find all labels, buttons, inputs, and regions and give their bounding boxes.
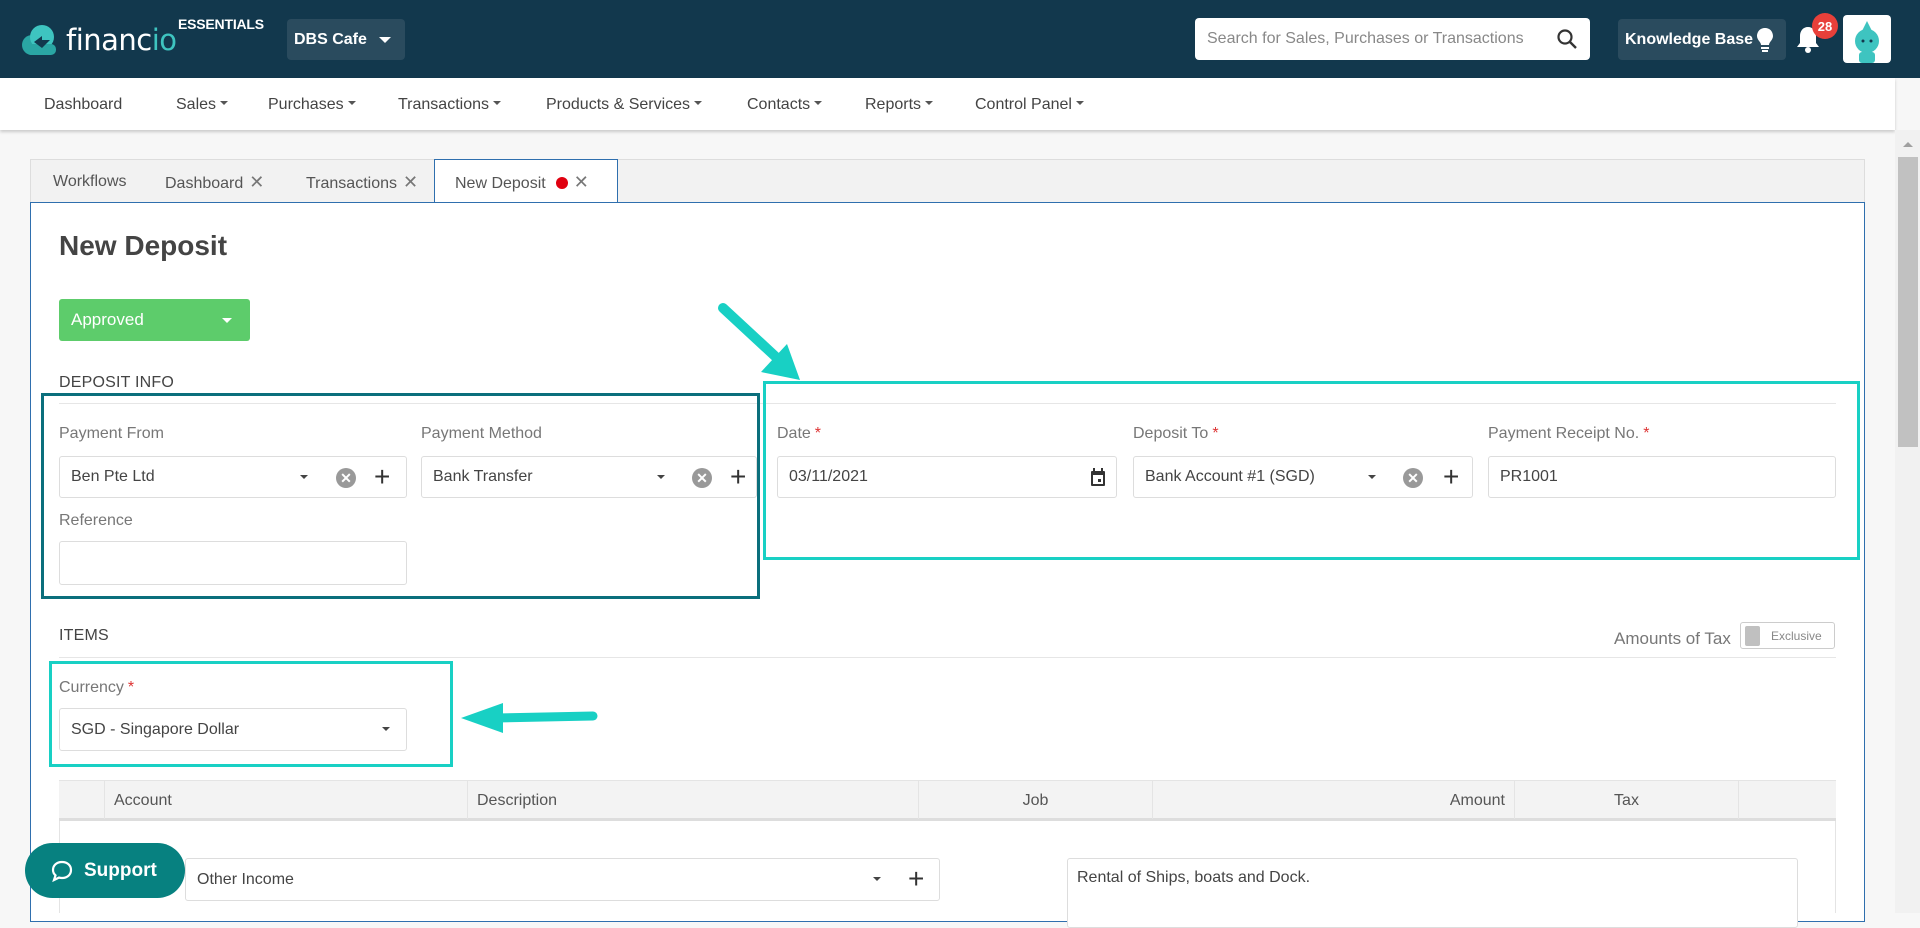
- logo-wordmark: financio: [66, 23, 177, 57]
- support-label: Support: [84, 859, 157, 881]
- company-selector[interactable]: DBS Cafe: [287, 19, 405, 60]
- unsaved-indicator-icon: [555, 176, 568, 189]
- annotation-box-currency: [49, 661, 453, 767]
- caret-down-icon: [694, 100, 703, 105]
- support-button[interactable]: Support: [25, 843, 185, 898]
- cloud-logo-icon: [22, 25, 56, 55]
- nav-transactions[interactable]: Transactions: [398, 78, 501, 130]
- caret-down-icon: [925, 100, 934, 105]
- caret-down-icon: [873, 877, 881, 881]
- global-search: [1195, 18, 1590, 60]
- annotation-arrow-diagonal: [718, 303, 800, 380]
- annotation-box-teal: [763, 381, 1860, 560]
- items-table-header: Account Description Job Amount Tax: [59, 780, 1836, 821]
- col-job: Job: [918, 781, 1152, 819]
- divider: [59, 657, 1836, 658]
- caret-down-icon: [222, 318, 232, 323]
- top-header: financio ESSENTIALS DBS Cafe Knowledge B…: [0, 0, 1920, 78]
- col-tax: Tax: [1514, 781, 1738, 819]
- caret-down-icon: [493, 100, 501, 105]
- edition-label: ESSENTIALS: [178, 16, 264, 32]
- nav-control-panel[interactable]: Control Panel: [975, 78, 1084, 130]
- nav-contacts[interactable]: Contacts: [747, 78, 823, 130]
- col-account: Account: [104, 781, 467, 819]
- user-avatar[interactable]: [1843, 15, 1891, 63]
- caret-down-icon: [220, 100, 229, 105]
- add-icon[interactable]: +: [908, 864, 924, 894]
- close-icon[interactable]: ✕: [574, 160, 589, 204]
- nav-purchases[interactable]: Purchases: [268, 78, 356, 130]
- close-icon[interactable]: ✕: [249, 160, 264, 204]
- amounts-of-tax-label: Amounts of Tax: [1614, 629, 1731, 648]
- tax-mode-label: Exclusive: [1771, 629, 1822, 643]
- tab-new-deposit[interactable]: New Deposit ✕: [434, 159, 618, 204]
- nav-sales[interactable]: Sales: [176, 78, 229, 130]
- account-select[interactable]: Other Income +: [185, 858, 940, 901]
- description-textarea[interactable]: Rental of Ships, boats and Dock.: [1067, 858, 1798, 928]
- col-handle: [59, 781, 104, 819]
- tax-mode-toggle[interactable]: Exclusive: [1740, 622, 1835, 649]
- search-icon[interactable]: [1556, 28, 1578, 50]
- col-actions: [1738, 781, 1836, 819]
- tab-dashboard[interactable]: Dashboard ✕: [165, 160, 264, 203]
- caret-down-icon: [814, 100, 823, 105]
- page-title: New Deposit: [59, 230, 228, 261]
- account-value: Other Income: [197, 870, 294, 888]
- chat-bubble-icon: [51, 860, 73, 882]
- tab-strip: Workflows Dashboard ✕ Transactions ✕ New D…: [30, 159, 1865, 204]
- financio-logo[interactable]: financio: [18, 20, 177, 60]
- nav-products-services[interactable]: Products & Services: [546, 78, 703, 130]
- status-label: Approved: [71, 310, 144, 329]
- col-amount: Amount: [1152, 781, 1514, 819]
- knowledge-base-label: Knowledge Base: [1625, 30, 1754, 48]
- notification-badge: 28: [1812, 13, 1838, 39]
- status-dropdown[interactable]: Approved: [59, 299, 250, 341]
- caret-down-icon: [347, 100, 356, 105]
- section-deposit-info: DEPOSIT INFO: [59, 374, 175, 391]
- main-nav: Dashboard Sales Purchases Transactions P…: [0, 78, 1895, 130]
- knowledge-base-button[interactable]: Knowledge Base: [1618, 19, 1786, 60]
- col-description: Description: [467, 781, 918, 819]
- lightbulb-icon: [1757, 28, 1773, 52]
- robot-avatar-icon: [1855, 21, 1879, 63]
- search-input[interactable]: [1195, 30, 1535, 48]
- page-scrollbar[interactable]: [1895, 130, 1920, 913]
- annotation-arrow-left: [461, 703, 598, 733]
- nav-dashboard[interactable]: Dashboard: [44, 78, 122, 130]
- section-items: ITEMS: [59, 627, 109, 644]
- company-name: DBS Cafe: [294, 30, 367, 48]
- scroll-thumb[interactable]: [1898, 157, 1918, 447]
- annotation-box-dark: [41, 393, 760, 599]
- toggle-knob: [1745, 626, 1760, 646]
- caret-down-icon: [379, 37, 391, 43]
- tab-transactions[interactable]: Transactions ✕: [306, 160, 418, 203]
- tab-workflows[interactable]: Workflows: [53, 160, 127, 203]
- caret-down-icon: [1075, 100, 1084, 105]
- nav-reports[interactable]: Reports: [865, 78, 934, 130]
- close-icon[interactable]: ✕: [403, 160, 418, 204]
- scroll-up-icon[interactable]: [1903, 142, 1913, 147]
